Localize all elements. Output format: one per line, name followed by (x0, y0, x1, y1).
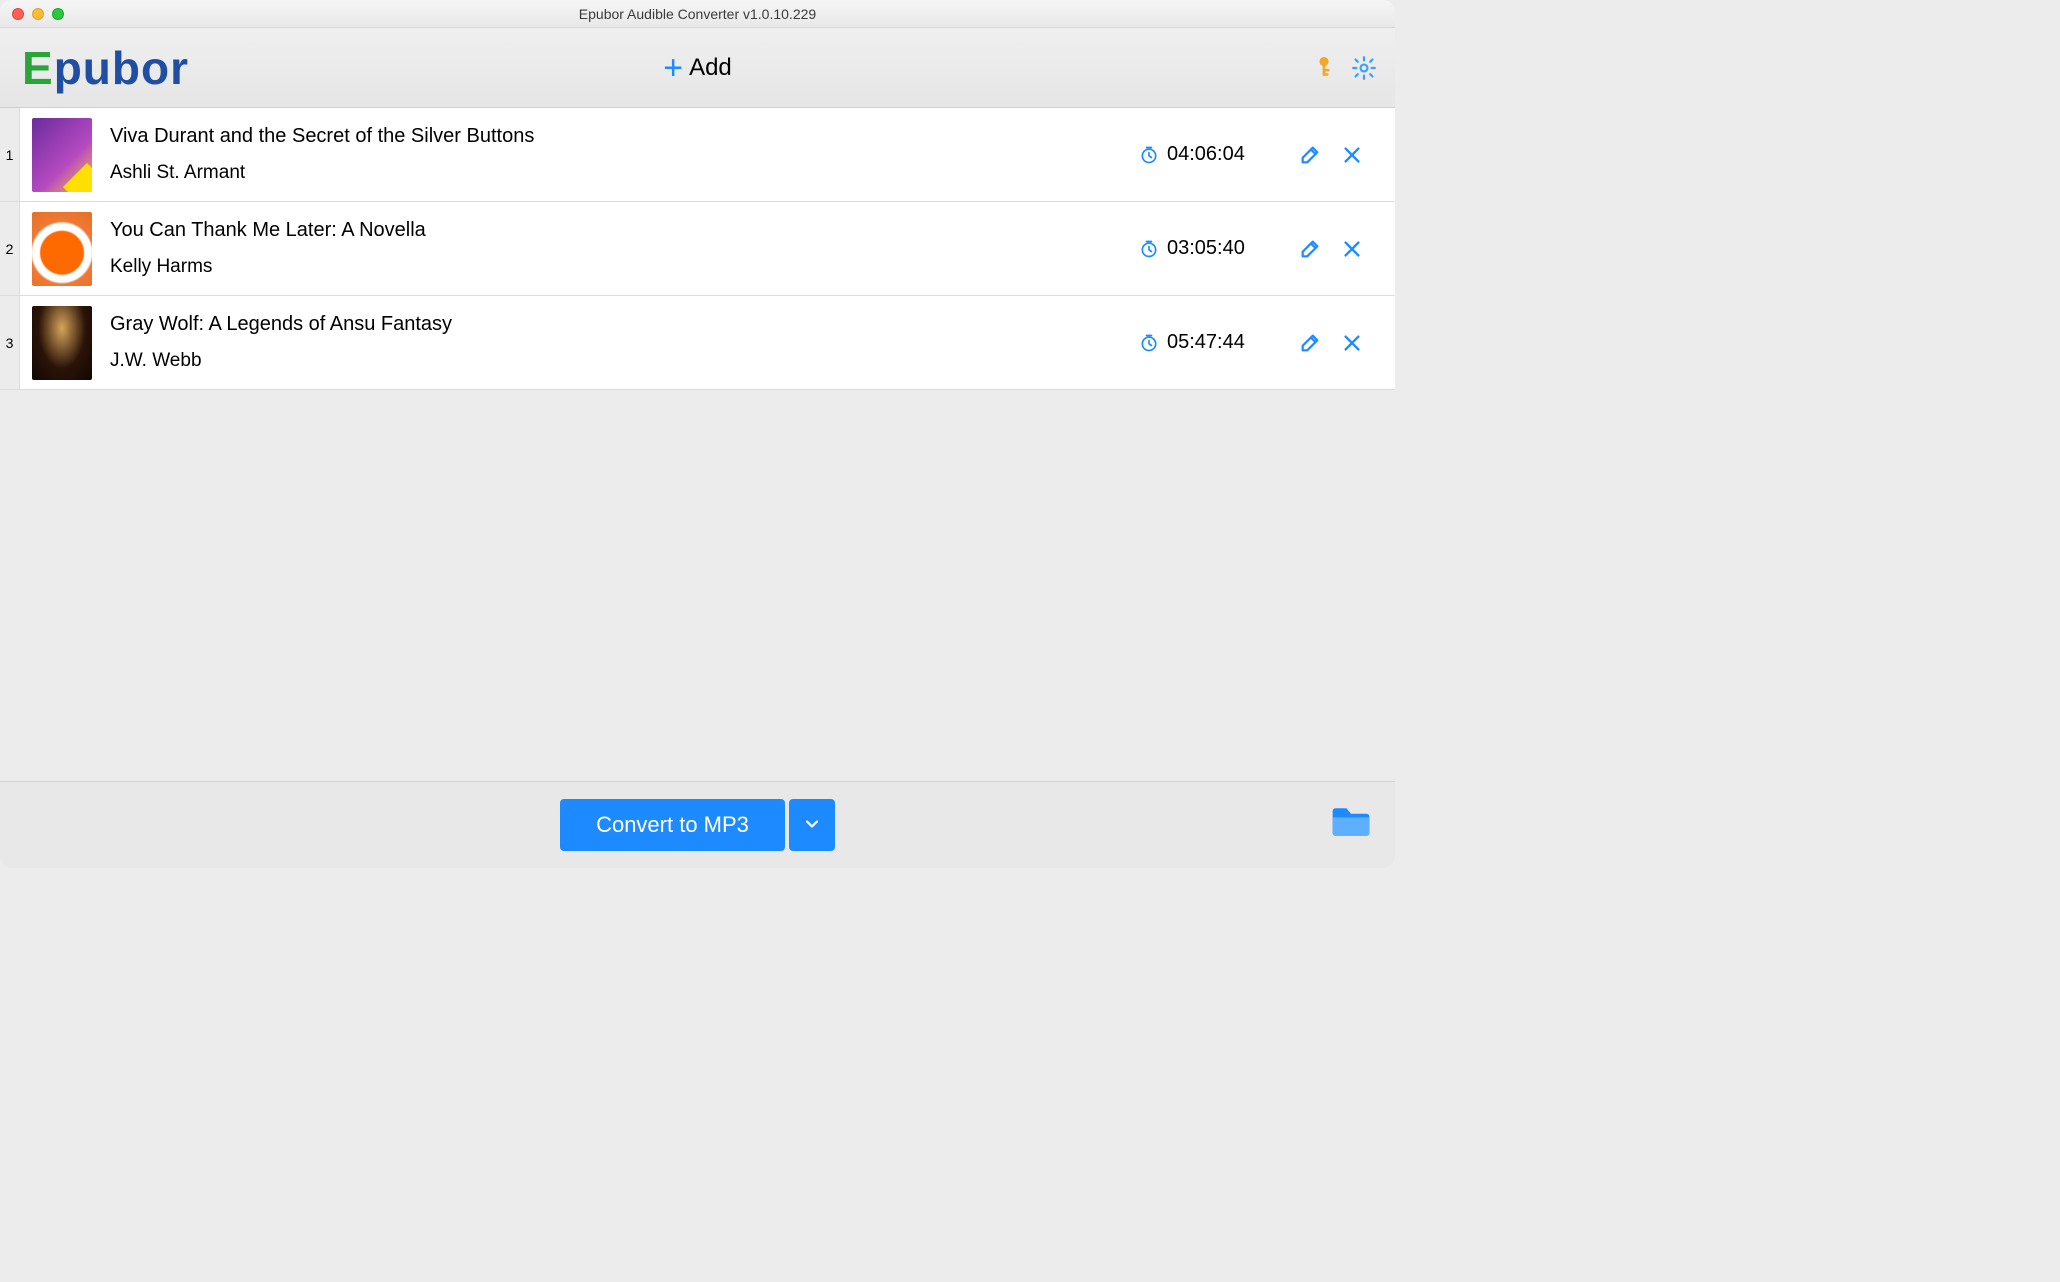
close-icon[interactable] (1341, 238, 1363, 260)
window-close-button[interactable] (12, 8, 24, 20)
list-item[interactable]: 3 Gray Wolf: A Legends of Ansu Fantasy J… (0, 296, 1395, 390)
logo-rest: pubor (54, 42, 189, 94)
book-author: Ashli St. Armant (110, 162, 534, 184)
folder-icon (1329, 823, 1373, 845)
close-icon[interactable] (1341, 332, 1363, 354)
add-button[interactable]: + Add (663, 54, 732, 82)
book-title: Gray Wolf: A Legends of Ansu Fantasy (110, 313, 452, 336)
row-index: 2 (0, 202, 20, 295)
app-window: Epubor Audible Converter v1.0.10.229 Epu… (0, 0, 1395, 868)
row-duration: 04:06:04 (1139, 108, 1299, 201)
add-label: Add (689, 54, 732, 82)
row-duration: 03:05:40 (1139, 202, 1299, 295)
clock-icon (1139, 239, 1159, 259)
chevron-down-icon (802, 814, 822, 837)
logo-first-letter: E (22, 42, 54, 94)
book-cover (32, 306, 92, 380)
window-maximize-button[interactable] (52, 8, 64, 20)
clock-icon (1139, 333, 1159, 353)
row-text: You Can Thank Me Later: A Novella Kelly … (110, 219, 426, 278)
row-actions (1299, 202, 1395, 295)
traffic-lights (0, 8, 64, 20)
book-cover (32, 118, 92, 192)
book-author: Kelly Harms (110, 256, 426, 278)
close-icon[interactable] (1341, 144, 1363, 166)
duration-text: 03:05:40 (1167, 237, 1245, 260)
clock-icon (1139, 145, 1159, 165)
toolbar-right (1311, 55, 1377, 81)
key-icon[interactable] (1311, 55, 1337, 81)
row-text: Gray Wolf: A Legends of Ansu Fantasy J.W… (110, 313, 452, 372)
edit-icon[interactable] (1299, 144, 1321, 166)
open-output-folder-button[interactable] (1329, 804, 1373, 846)
row-index: 3 (0, 296, 20, 389)
edit-icon[interactable] (1299, 238, 1321, 260)
window-title: Epubor Audible Converter v1.0.10.229 (0, 6, 1395, 22)
list-item[interactable]: 2 You Can Thank Me Later: A Novella Kell… (0, 202, 1395, 296)
app-logo: Epubor (0, 41, 189, 95)
window-minimize-button[interactable] (32, 8, 44, 20)
row-actions (1299, 108, 1395, 201)
convert-button-group: Convert to MP3 (560, 799, 835, 851)
row-main: Viva Durant and the Secret of the Silver… (20, 108, 1139, 201)
bottom-bar: Convert to MP3 (0, 782, 1395, 868)
book-cover (32, 212, 92, 286)
row-main: You Can Thank Me Later: A Novella Kelly … (20, 202, 1139, 295)
titlebar: Epubor Audible Converter v1.0.10.229 (0, 0, 1395, 28)
toolbar: Epubor + Add (0, 28, 1395, 108)
book-title: Viva Durant and the Secret of the Silver… (110, 125, 534, 148)
convert-format-dropdown[interactable] (789, 799, 835, 851)
row-duration: 05:47:44 (1139, 296, 1299, 389)
list-item[interactable]: 1 Viva Durant and the Secret of the Silv… (0, 108, 1395, 202)
book-title: You Can Thank Me Later: A Novella (110, 219, 426, 242)
row-main: Gray Wolf: A Legends of Ansu Fantasy J.W… (20, 296, 1139, 389)
duration-text: 05:47:44 (1167, 331, 1245, 354)
audiobook-list: 1 Viva Durant and the Secret of the Silv… (0, 108, 1395, 782)
convert-button[interactable]: Convert to MP3 (560, 799, 785, 851)
gear-icon[interactable] (1351, 55, 1377, 81)
duration-text: 04:06:04 (1167, 143, 1245, 166)
row-index: 1 (0, 108, 20, 201)
edit-icon[interactable] (1299, 332, 1321, 354)
row-actions (1299, 296, 1395, 389)
row-text: Viva Durant and the Secret of the Silver… (110, 125, 534, 184)
book-author: J.W. Webb (110, 350, 452, 372)
